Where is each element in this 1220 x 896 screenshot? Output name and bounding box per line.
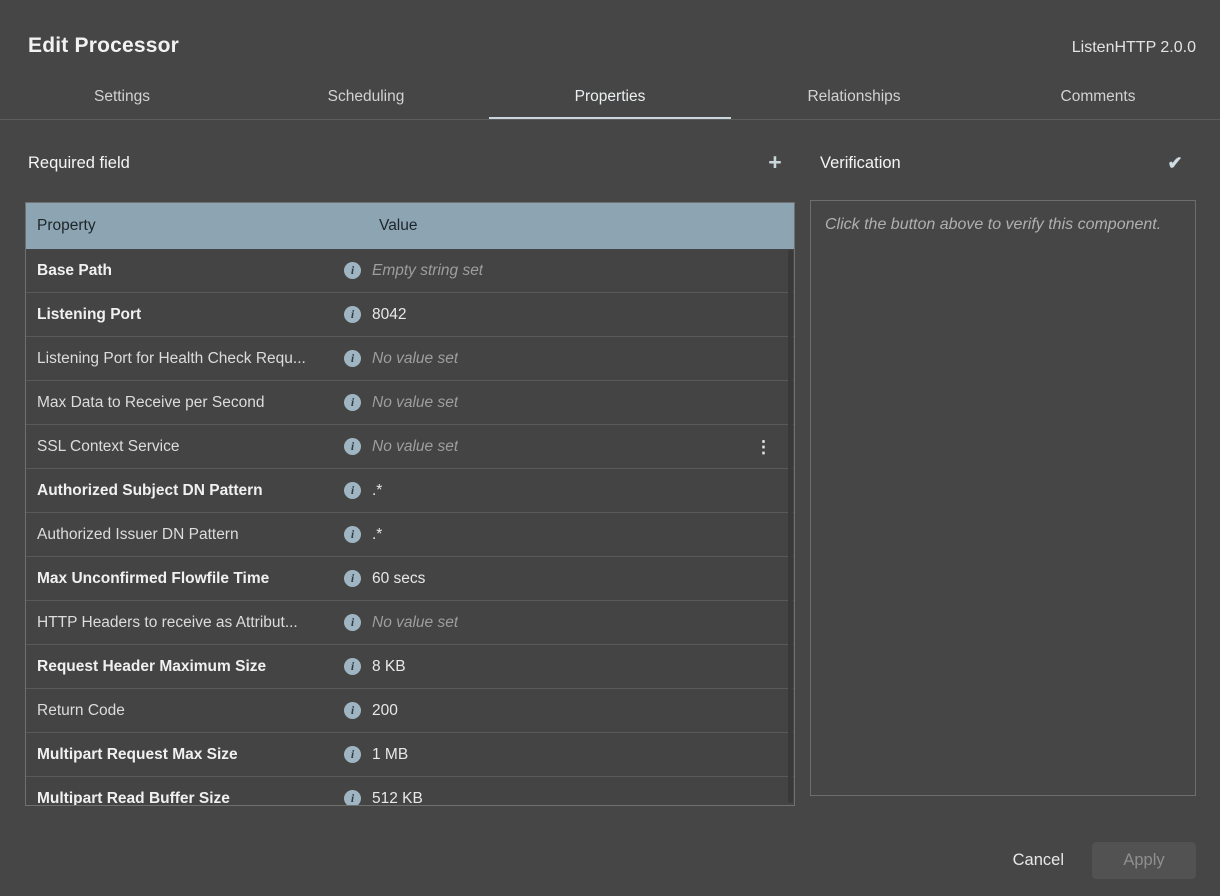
- property-value: No value set: [372, 394, 458, 412]
- property-name: Listening Port for Health Check Requ...: [26, 350, 344, 368]
- verify-check-icon[interactable]: ✔: [1163, 151, 1187, 175]
- property-value: 1 MB: [372, 746, 408, 764]
- table-row[interactable]: Authorized Subject DN Pattern i .* ⋮: [26, 468, 794, 512]
- property-name: Max Data to Receive per Second: [26, 394, 344, 412]
- dialog-header: Edit Processor ListenHTTP 2.0.0: [0, 0, 1220, 75]
- add-property-icon[interactable]: +: [763, 150, 787, 174]
- table-row[interactable]: Max Unconfirmed Flowfile Time i 60 secs …: [26, 556, 794, 600]
- info-icon: i: [344, 394, 361, 411]
- info-icon: i: [344, 482, 361, 499]
- property-value: 60 secs: [372, 570, 425, 588]
- table-row[interactable]: Base Path i Empty string set ⋮: [26, 249, 794, 292]
- tab-relationships[interactable]: Relationships: [732, 75, 976, 119]
- table-row[interactable]: Authorized Issuer DN Pattern i .* ⋮: [26, 512, 794, 556]
- info-icon: i: [344, 438, 361, 455]
- processor-version: ListenHTTP 2.0.0: [1072, 39, 1196, 57]
- info-icon: i: [344, 614, 361, 631]
- edit-processor-dialog: Edit Processor ListenHTTP 2.0.0 Settings…: [0, 0, 1220, 896]
- tab-label: Properties: [575, 88, 646, 106]
- verification-panel: Click the button above to verify this co…: [810, 200, 1196, 796]
- table-row[interactable]: Listening Port i 8042 ⋮: [26, 292, 794, 336]
- cancel-button[interactable]: Cancel: [1009, 843, 1068, 878]
- table-row[interactable]: Listening Port for Health Check Requ... …: [26, 336, 794, 380]
- property-name: Multipart Read Buffer Size: [26, 790, 344, 807]
- property-name: Max Unconfirmed Flowfile Time: [26, 570, 344, 588]
- property-value: 8 KB: [372, 658, 406, 676]
- property-name: Listening Port: [26, 306, 344, 324]
- table-row[interactable]: Multipart Request Max Size i 1 MB ⋮: [26, 732, 794, 776]
- property-name: Multipart Request Max Size: [26, 746, 344, 764]
- required-field-heading: Required field: [28, 154, 130, 173]
- property-value: 512 KB: [372, 790, 423, 807]
- tab-label: Relationships: [807, 88, 900, 106]
- properties-table: Property Value Base Path i Empty string …: [25, 202, 795, 806]
- table-row[interactable]: Request Header Maximum Size i 8 KB ⋮: [26, 644, 794, 688]
- tab-label: Comments: [1061, 88, 1136, 106]
- table-row[interactable]: SSL Context Service i No value set ⋮: [26, 424, 794, 468]
- property-name: Base Path: [26, 262, 344, 280]
- table-row[interactable]: HTTP Headers to receive as Attribut... i…: [26, 600, 794, 644]
- table-body: Base Path i Empty string set ⋮ Listening…: [26, 249, 794, 806]
- table-header-row: Property Value: [26, 203, 794, 249]
- verification-hint-text: Click the button above to verify this co…: [825, 213, 1181, 237]
- info-icon: i: [344, 790, 361, 806]
- page-title: Edit Processor: [28, 34, 179, 58]
- tab-comments[interactable]: Comments: [976, 75, 1220, 119]
- property-value: .*: [372, 482, 382, 500]
- tab-scheduling[interactable]: Scheduling: [244, 75, 488, 119]
- property-value: No value set: [372, 614, 458, 632]
- property-value: .*: [372, 526, 382, 544]
- property-value: No value set: [372, 350, 458, 368]
- table-row[interactable]: Max Data to Receive per Second i No valu…: [26, 380, 794, 424]
- info-icon: i: [344, 526, 361, 543]
- info-icon: i: [344, 306, 361, 323]
- property-value: 8042: [372, 306, 406, 324]
- tab-settings[interactable]: Settings: [0, 75, 244, 119]
- property-name: Authorized Issuer DN Pattern: [26, 526, 344, 544]
- apply-button[interactable]: Apply: [1092, 842, 1196, 879]
- info-icon: i: [344, 702, 361, 719]
- property-value: Empty string set: [372, 262, 483, 280]
- tab-bar: Settings Scheduling Properties Relations…: [0, 75, 1220, 120]
- property-value: 200: [372, 702, 398, 720]
- tab-properties[interactable]: Properties: [488, 75, 732, 119]
- property-name: SSL Context Service: [26, 438, 344, 456]
- table-scrollbar[interactable]: [788, 250, 793, 803]
- column-header-property: Property: [26, 217, 379, 235]
- tab-label: Settings: [94, 88, 150, 106]
- table-row[interactable]: Multipart Read Buffer Size i 512 KB ⋮: [26, 776, 794, 806]
- info-icon: i: [344, 570, 361, 587]
- info-icon: i: [344, 350, 361, 367]
- property-value: No value set: [372, 438, 458, 456]
- property-name: HTTP Headers to receive as Attribut...: [26, 614, 344, 632]
- column-header-value: Value: [379, 217, 418, 235]
- property-name: Authorized Subject DN Pattern: [26, 482, 344, 500]
- kebab-menu-icon[interactable]: ⋮: [755, 438, 772, 455]
- info-icon: i: [344, 658, 361, 675]
- info-icon: i: [344, 262, 361, 279]
- property-name: Request Header Maximum Size: [26, 658, 344, 676]
- info-icon: i: [344, 746, 361, 763]
- property-name: Return Code: [26, 702, 344, 720]
- verification-heading: Verification: [820, 154, 901, 173]
- dialog-footer: Cancel Apply: [1009, 842, 1196, 879]
- table-row[interactable]: Return Code i 200 ⋮: [26, 688, 794, 732]
- tab-label: Scheduling: [328, 88, 405, 106]
